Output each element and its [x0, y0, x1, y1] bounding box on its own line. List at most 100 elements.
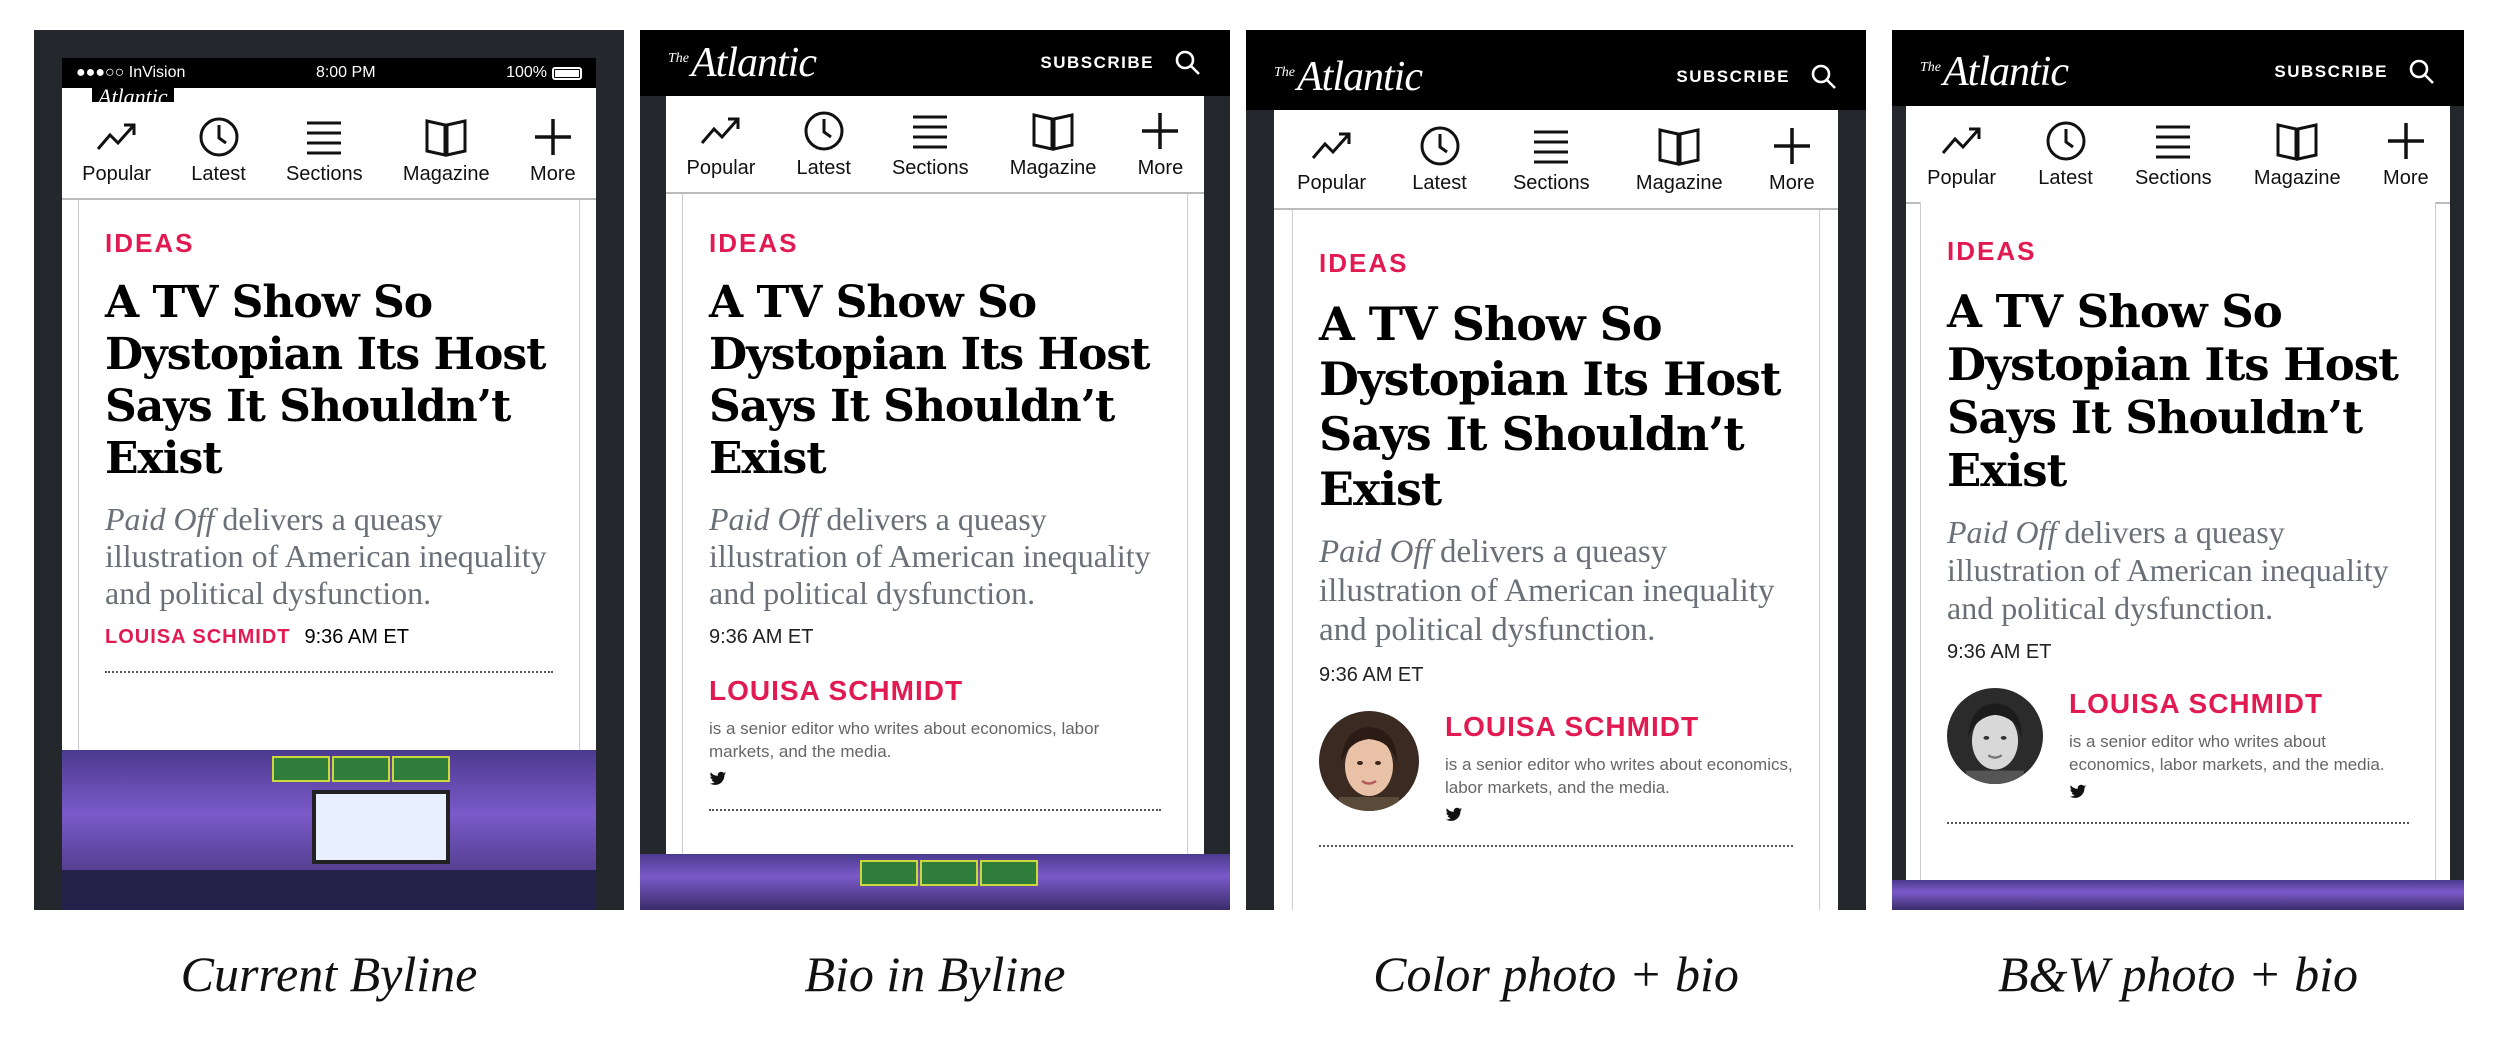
book-icon — [423, 115, 469, 159]
headline[interactable]: A TV Show So Dystopian Its Host Says It … — [1319, 297, 1793, 517]
nav-label: Latest — [1412, 171, 1467, 194]
nav-label: Latest — [2038, 166, 2093, 189]
subscribe-link[interactable]: SUBSCRIBE — [1040, 53, 1154, 73]
twitter-icon[interactable] — [709, 771, 727, 787]
battery-icon — [551, 66, 582, 80]
clock-label: 8:00 PM — [315, 64, 376, 81]
author-bio: is a senior editor who writes about econ… — [1445, 755, 1793, 797]
trending-icon — [1939, 119, 1985, 163]
search-icon[interactable] — [1174, 49, 1202, 77]
nav-popular[interactable]: Popular — [1297, 124, 1366, 195]
nav-magazine[interactable]: Magazine — [403, 115, 490, 186]
nav-magazine[interactable]: Magazine — [1636, 124, 1723, 195]
nav-label: Magazine — [1635, 171, 1723, 194]
dek-italic: Paid Off — [1947, 514, 2057, 550]
caption-bw-photo-bio: B&W photo + bio — [1997, 946, 2359, 1002]
section-label[interactable]: IDEAS — [1319, 248, 1793, 279]
author-link[interactable]: LOUISA SCHMIDT — [105, 626, 290, 649]
book-icon — [2274, 119, 2320, 163]
dek: Paid Off delivers a queasy illustration … — [105, 501, 553, 612]
clock-icon — [801, 109, 847, 153]
twitter-icon[interactable] — [1445, 807, 1463, 823]
nav-label: More — [2383, 166, 2429, 189]
logo-name: Atlantic — [1297, 54, 1423, 100]
nav-label: Latest — [191, 162, 246, 185]
nav-magazine[interactable]: Magazine — [2254, 119, 2341, 190]
nav-more[interactable]: More — [1137, 109, 1183, 180]
phone-screen: The Atlantic SUBSCRIBE Popular Latest Sec… — [640, 30, 1230, 910]
nav-sections[interactable]: Sections — [1513, 124, 1590, 195]
right-frame — [2450, 106, 2464, 910]
byline: LOUISA SCHMIDT 9:36 AM ET — [105, 626, 553, 649]
nav-popular[interactable]: Popular — [687, 109, 755, 180]
author-photo-color[interactable] — [1319, 711, 1419, 811]
section-label[interactable]: IDEAS — [709, 228, 1161, 259]
nav-sections[interactable]: Sections — [2135, 119, 2212, 190]
atlantic-logo[interactable]: The Atlantic — [1274, 54, 1423, 100]
section-nav: Popular Latest Sections Magazine More — [1274, 110, 1838, 210]
article-content: IDEAS A TV Show So Dystopian Its Host Sa… — [1319, 248, 1793, 847]
nav-sections[interactable]: Sections — [286, 115, 363, 186]
nav-latest[interactable]: Latest — [2038, 119, 2093, 190]
twitter-icon[interactable] — [2069, 784, 2087, 800]
article-content: IDEAS A TV Show So Dystopian Its Host Sa… — [105, 228, 553, 673]
phone-screen: The Atlantic SUBSCRIBE Popular Latest Sec… — [1892, 30, 2464, 910]
nav-popular[interactable]: Popular — [82, 115, 151, 186]
publish-time: 9:36 AM ET — [709, 626, 814, 648]
headline[interactable]: A TV Show So Dystopian Its Host Says It … — [709, 277, 1161, 485]
article-content: IDEAS A TV Show So Dystopian Its Host Sa… — [709, 228, 1161, 811]
nav-more[interactable]: More — [530, 115, 576, 186]
author-link[interactable]: LOUISA SCHMIDT — [709, 675, 1161, 707]
headline[interactable]: A TV Show So Dystopian Its Host Says It … — [105, 277, 553, 485]
dek: Paid Off delivers a queasy illustration … — [1319, 533, 1793, 650]
logo-name: Atlantic — [1943, 49, 2069, 95]
nav-magazine[interactable]: Magazine — [1010, 109, 1096, 180]
masthead-actions: SUBSCRIBE — [2274, 58, 2436, 86]
mockup-bio-in-byline: The Atlantic SUBSCRIBE Popular Latest Sec… — [640, 30, 1230, 910]
author-photo-bw[interactable] — [1947, 688, 2043, 784]
atlantic-logo[interactable]: The Atlantic — [1920, 49, 2069, 95]
nav-latest[interactable]: Latest — [1412, 124, 1467, 195]
nav-popular[interactable]: Popular — [1927, 119, 1996, 190]
nav-more[interactable]: More — [1769, 124, 1815, 195]
nav-latest[interactable]: Latest — [191, 115, 246, 186]
clock-icon — [2043, 119, 2089, 163]
article-card: IDEAS A TV Show So Dystopian Its Host Sa… — [1920, 202, 2436, 880]
clock-icon — [1417, 124, 1463, 168]
nav-latest[interactable]: Latest — [796, 109, 851, 180]
nav-label: Sections — [891, 156, 969, 179]
nav-label: Sections — [2134, 166, 2212, 189]
plus-icon — [1137, 109, 1183, 153]
subscribe-link[interactable]: SUBSCRIBE — [1676, 67, 1790, 87]
section-label[interactable]: IDEAS — [1947, 236, 2409, 267]
divider — [709, 809, 1161, 811]
masthead: The Atlantic SUBSCRIBE — [1892, 30, 2464, 106]
nav-label: Sections — [285, 162, 363, 185]
subscribe-link[interactable]: SUBSCRIBE — [2274, 62, 2388, 82]
plus-icon — [530, 115, 576, 159]
dek-italic: Paid Off — [1319, 534, 1432, 570]
nav-more[interactable]: More — [2383, 119, 2429, 190]
article-lead-image — [640, 854, 1230, 910]
dek: Paid Off delivers a queasy illustration … — [1947, 513, 2409, 627]
nav-label: More — [1769, 171, 1815, 194]
section-label[interactable]: IDEAS — [105, 228, 553, 259]
plus-icon — [2383, 119, 2429, 163]
headline[interactable]: A TV Show So Dystopian Its Host Says It … — [1947, 285, 2409, 497]
logo-the: The — [668, 51, 689, 66]
left-frame — [640, 96, 666, 910]
search-icon[interactable] — [2408, 58, 2436, 86]
logo-the: The — [1920, 60, 1941, 75]
menu-icon — [907, 109, 953, 153]
trending-icon — [94, 115, 140, 159]
nav-sections[interactable]: Sections — [892, 109, 969, 180]
search-icon[interactable] — [1810, 63, 1838, 91]
author-link[interactable]: LOUISA SCHMIDT — [2069, 688, 2409, 720]
caption-bio-in-byline: Bio in Byline — [804, 946, 1066, 1002]
author-link[interactable]: LOUISA SCHMIDT — [1445, 711, 1793, 743]
atlantic-logo[interactable]: The Atlantic — [668, 42, 817, 84]
author-info: LOUISA SCHMIDT is a senior editor who wr… — [2069, 688, 2409, 800]
divider — [1319, 845, 1793, 847]
nav-label: Popular — [1297, 171, 1367, 194]
mockup-color-photo-bio: The Atlantic SUBSCRIBE Popular Latest Sec… — [1246, 30, 1866, 910]
